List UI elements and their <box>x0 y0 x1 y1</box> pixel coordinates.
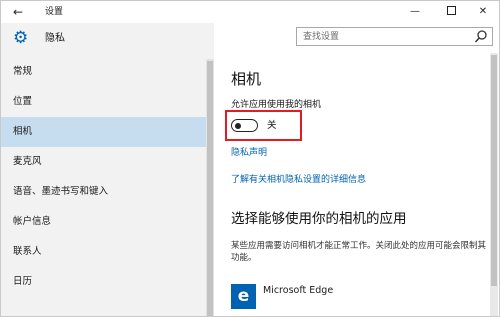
toggle-state-label: 关 <box>267 120 277 131</box>
close-icon: ✕ <box>478 6 488 17</box>
content-scrollbar[interactable] <box>490 53 498 316</box>
sidebar-item-account-info[interactable]: 帐户信息 <box>1 207 206 237</box>
maximize-button[interactable] <box>433 1 469 23</box>
sidebar-title: 隐私 <box>45 33 65 44</box>
sidebar-item-camera[interactable]: 相机 <box>1 117 206 147</box>
sidebar-scrollbar[interactable] <box>206 59 214 316</box>
sidebar-scrollbar-thumb[interactable] <box>207 61 213 316</box>
camera-settings-panel: 相机 允许应用使用我的相机 关 隐私声明 了解有关相机隐私设置的详细信息 选择能… <box>214 53 499 316</box>
sidebar-item-contacts[interactable]: 联系人 <box>1 237 206 267</box>
back-arrow-icon: ← <box>12 5 24 19</box>
sidebar-item-microphone[interactable]: 麦克风 <box>1 147 206 177</box>
sidebar-item-general[interactable]: 常规 <box>1 57 206 87</box>
toggle-knob <box>235 122 241 129</box>
sidebar-item-speech-inking-typing[interactable]: 语音、墨迹书写和键入 <box>1 177 206 207</box>
search-icon[interactable] <box>474 29 488 44</box>
search-input[interactable] <box>297 28 479 45</box>
minimize-icon: — <box>410 6 420 17</box>
title-bar: ← 设置 — ✕ <box>1 1 499 23</box>
sidebar-item-location[interactable]: 位置 <box>1 87 206 117</box>
learn-more-link[interactable]: 了解有关相机隐私设置的详细信息 <box>231 174 366 186</box>
privacy-statement-link[interactable]: 隐私声明 <box>231 147 267 159</box>
camera-access-toggle[interactable] <box>231 119 258 132</box>
app-row-microsoft-edge[interactable]: e Microsoft Edge <box>231 279 493 309</box>
maximize-icon <box>446 5 456 15</box>
close-button[interactable]: ✕ <box>465 1 500 23</box>
window-title: 设置 <box>45 7 64 17</box>
settings-window: ← 设置 — ✕ ⚙ 隐私 常规 位置 相机 麦克风 语音、墨迹书写和键入 帐户… <box>0 0 500 317</box>
apps-description: 某些应用需要访问相机才能正常工作。关闭此处的应用可能会限制其功能。 <box>231 241 487 263</box>
edge-icon: e <box>231 284 256 309</box>
search-box <box>296 27 493 46</box>
sidebar-item-calendar[interactable]: 日历 <box>1 267 206 297</box>
back-button[interactable]: ← <box>5 2 31 22</box>
sidebar-header[interactable]: ⚙ 隐私 <box>1 23 214 53</box>
content-scrollbar-thumb[interactable] <box>491 55 497 286</box>
minimize-button[interactable]: — <box>397 1 433 23</box>
apps-heading: 选择能够使用你的相机的应用 <box>231 211 407 227</box>
page-title: 相机 <box>231 70 262 88</box>
sidebar: ⚙ 隐私 常规 位置 相机 麦克风 语音、墨迹书写和键入 帐户信息 联系人 日历 <box>1 23 214 316</box>
gear-icon: ⚙ <box>13 28 29 48</box>
app-name: Microsoft Edge <box>263 285 334 296</box>
